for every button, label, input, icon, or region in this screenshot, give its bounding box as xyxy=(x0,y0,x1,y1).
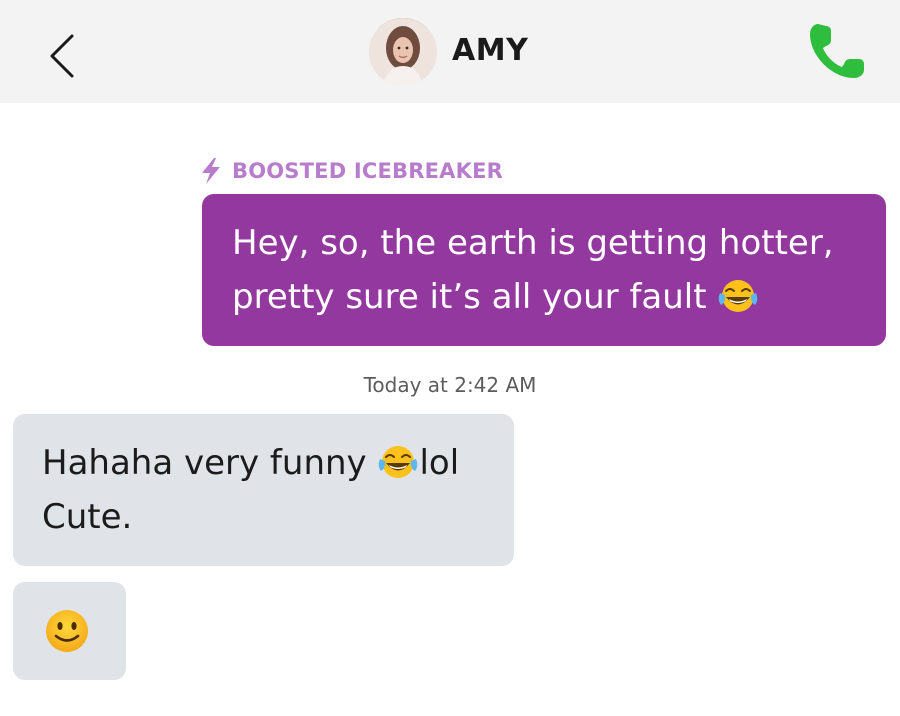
call-button[interactable] xyxy=(804,18,868,84)
incoming-message-line-1: Hahaha very funny lol xyxy=(42,436,494,490)
chevron-left-icon xyxy=(50,34,74,78)
chat-screen: AMY BOOSTED ICEBREAKER Hey, so, the eart… xyxy=(0,0,900,716)
outgoing-message-line-1: Hey, so, the earth is getting hotter, xyxy=(232,223,834,263)
outgoing-message-line-2: pretty sure it’s all your fault xyxy=(232,270,862,324)
chat-header: AMY xyxy=(0,0,900,103)
phone-icon xyxy=(810,24,864,78)
boosted-icebreaker-label: BOOSTED ICEBREAKER xyxy=(200,157,503,185)
boosted-icebreaker-text: BOOSTED ICEBREAKER xyxy=(232,159,503,183)
incoming-message-line-1-suffix: lol xyxy=(419,443,460,483)
outgoing-message-bubble[interactable]: Hey, so, the earth is getting hotter, pr… xyxy=(202,194,886,346)
message-timestamp: Today at 2:42 AM xyxy=(363,373,537,397)
tears-of-joy-emoji xyxy=(719,280,758,312)
slightly-smiling-face-emoji xyxy=(46,610,88,652)
incoming-message-line-1-text: Hahaha very funny xyxy=(42,443,367,483)
incoming-emoji-bubble[interactable] xyxy=(13,582,126,680)
contact-name[interactable]: AMY xyxy=(452,33,528,68)
incoming-message-line-2: Cute. xyxy=(42,497,133,537)
lightning-bolt-icon xyxy=(202,158,220,184)
avatar[interactable] xyxy=(369,18,437,86)
tears-of-joy-emoji xyxy=(379,446,418,478)
incoming-message-bubble[interactable]: Hahaha very funny lol Cute. xyxy=(13,414,514,566)
back-button[interactable] xyxy=(40,30,84,82)
outgoing-message-line-2-text: pretty sure it’s all your fault xyxy=(232,277,707,317)
